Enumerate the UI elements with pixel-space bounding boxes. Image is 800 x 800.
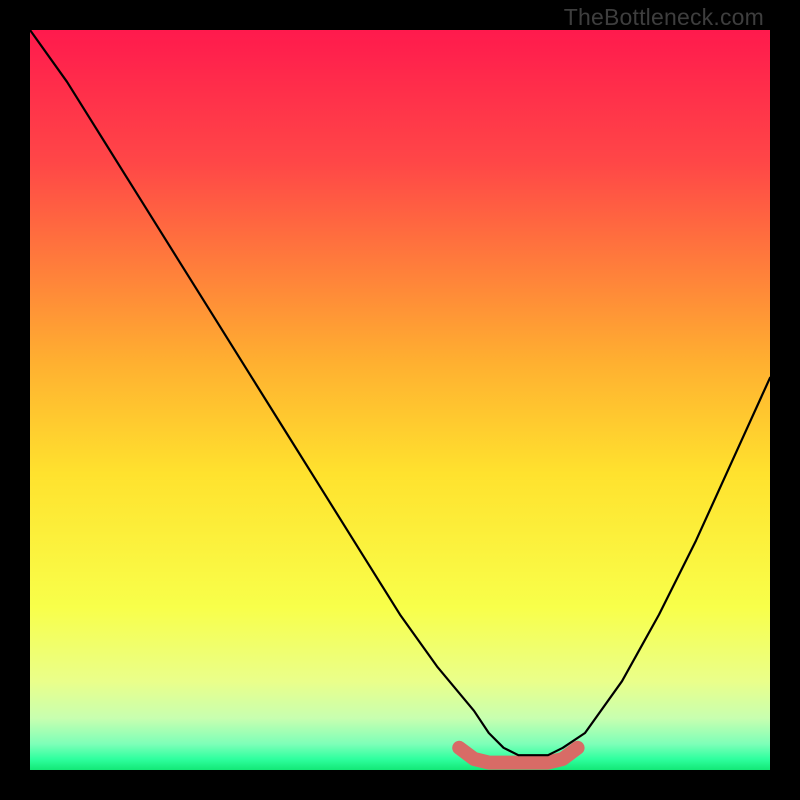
chart-frame — [30, 30, 770, 770]
gradient-background — [30, 30, 770, 770]
plot-area — [30, 30, 770, 770]
bottleneck-chart — [30, 30, 770, 770]
watermark-text: TheBottleneck.com — [564, 4, 764, 31]
